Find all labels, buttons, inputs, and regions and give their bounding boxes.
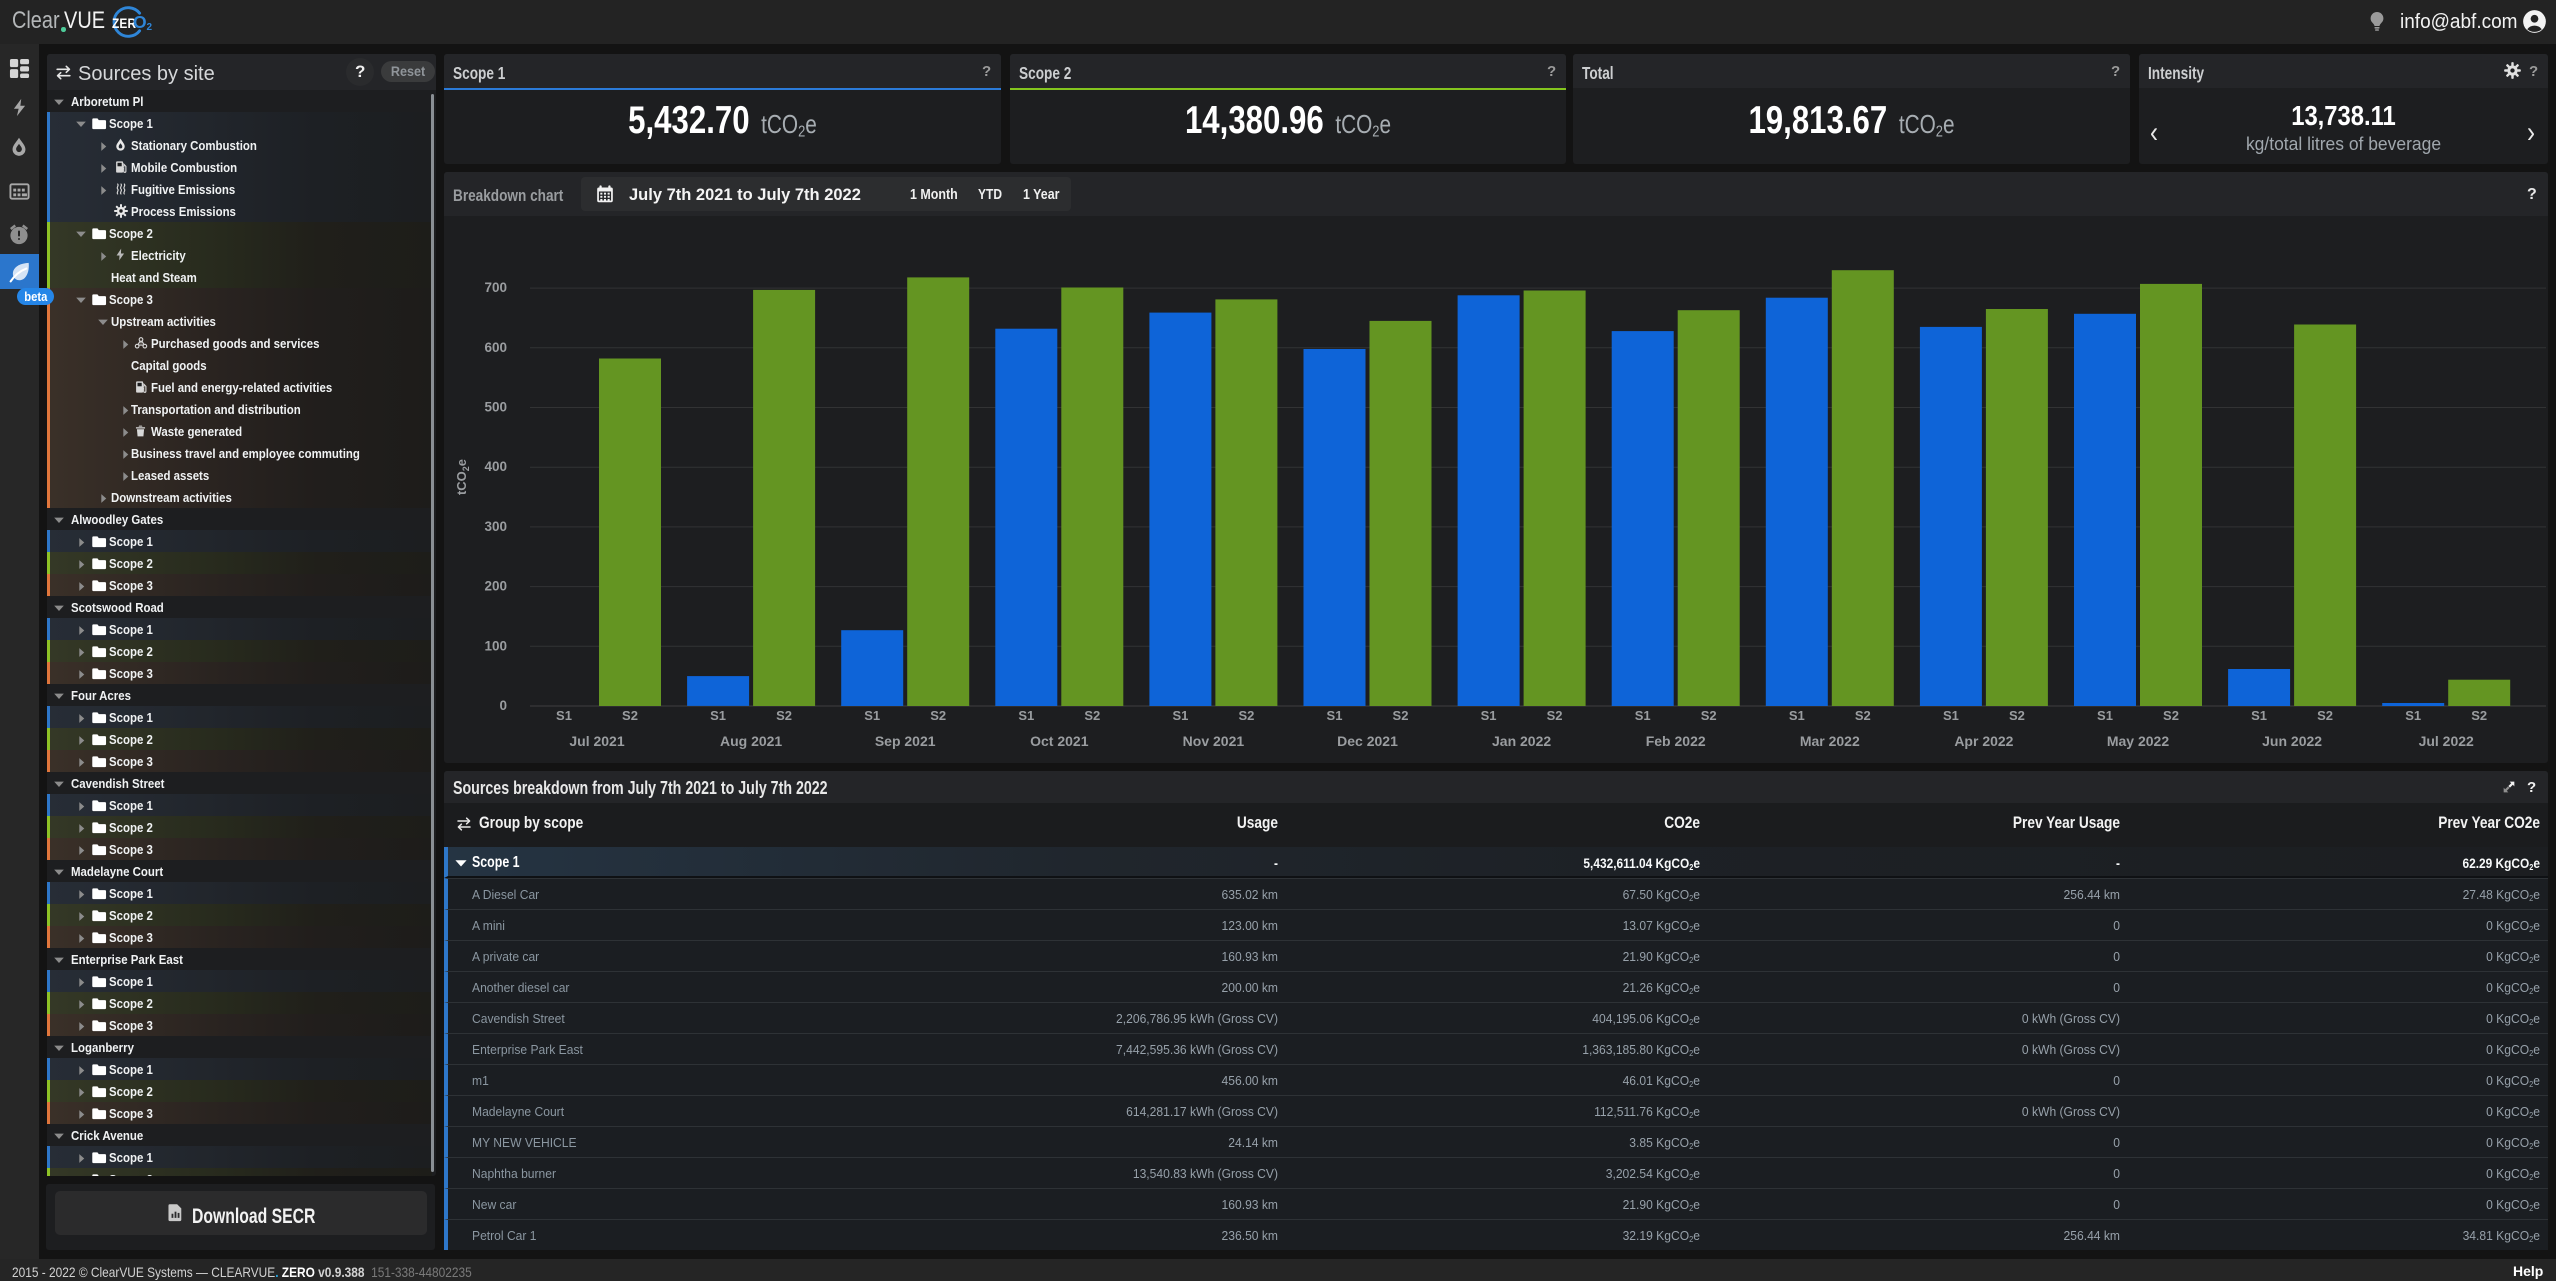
svg-text:300: 300 <box>484 519 507 534</box>
svg-text:S2: S2 <box>1238 708 1254 723</box>
svg-text:500: 500 <box>484 400 507 415</box>
svg-text:S1: S1 <box>1018 708 1034 723</box>
svg-text:S1: S1 <box>1943 708 1959 723</box>
svg-text:Oct 2021: Oct 2021 <box>1030 733 1089 749</box>
svg-text:Dec 2021: Dec 2021 <box>1337 733 1398 749</box>
svg-text:S1: S1 <box>1635 708 1651 723</box>
svg-text:Sep 2021: Sep 2021 <box>875 733 936 749</box>
svg-text:Feb 2022: Feb 2022 <box>1646 733 1706 749</box>
svg-text:100: 100 <box>484 638 507 653</box>
svg-text:400: 400 <box>484 459 507 474</box>
svg-text:S2: S2 <box>2163 708 2179 723</box>
svg-text:S1: S1 <box>1327 708 1343 723</box>
svg-text:S1: S1 <box>2251 708 2267 723</box>
svg-text:S2: S2 <box>1855 708 1871 723</box>
svg-text:S2: S2 <box>930 708 946 723</box>
svg-text:Jul 2022: Jul 2022 <box>2419 733 2474 749</box>
svg-text:May 2022: May 2022 <box>2107 733 2169 749</box>
svg-text:S2: S2 <box>776 708 792 723</box>
svg-text:S2: S2 <box>1547 708 1563 723</box>
svg-text:700: 700 <box>484 280 507 295</box>
svg-text:0: 0 <box>499 698 507 713</box>
svg-text:Apr 2022: Apr 2022 <box>1954 733 2013 749</box>
svg-text:S2: S2 <box>2009 708 2025 723</box>
svg-text:S1: S1 <box>1789 708 1805 723</box>
svg-text:Aug 2021: Aug 2021 <box>720 733 782 749</box>
svg-text:S2: S2 <box>1084 708 1100 723</box>
svg-text:S1: S1 <box>2405 708 2421 723</box>
svg-text:200: 200 <box>484 579 507 594</box>
svg-text:600: 600 <box>484 340 507 355</box>
svg-text:S2: S2 <box>1393 708 1409 723</box>
svg-text:S1: S1 <box>556 708 572 723</box>
svg-text:Jul 2021: Jul 2021 <box>569 733 624 749</box>
svg-text:S1: S1 <box>1481 708 1497 723</box>
svg-text:S2: S2 <box>2317 708 2333 723</box>
svg-text:S1: S1 <box>2097 708 2113 723</box>
svg-text:S1: S1 <box>1172 708 1188 723</box>
svg-text:S2: S2 <box>622 708 638 723</box>
svg-text:tCO2e: tCO2e <box>454 459 471 495</box>
svg-text:Jun 2022: Jun 2022 <box>2262 733 2322 749</box>
svg-text:Jan 2022: Jan 2022 <box>1492 733 1551 749</box>
svg-text:S1: S1 <box>864 708 880 723</box>
svg-text:S2: S2 <box>1701 708 1717 723</box>
svg-text:S2: S2 <box>2471 708 2487 723</box>
svg-text:Nov 2021: Nov 2021 <box>1183 733 1245 749</box>
svg-text:S1: S1 <box>710 708 726 723</box>
svg-text:Mar 2022: Mar 2022 <box>1800 733 1860 749</box>
